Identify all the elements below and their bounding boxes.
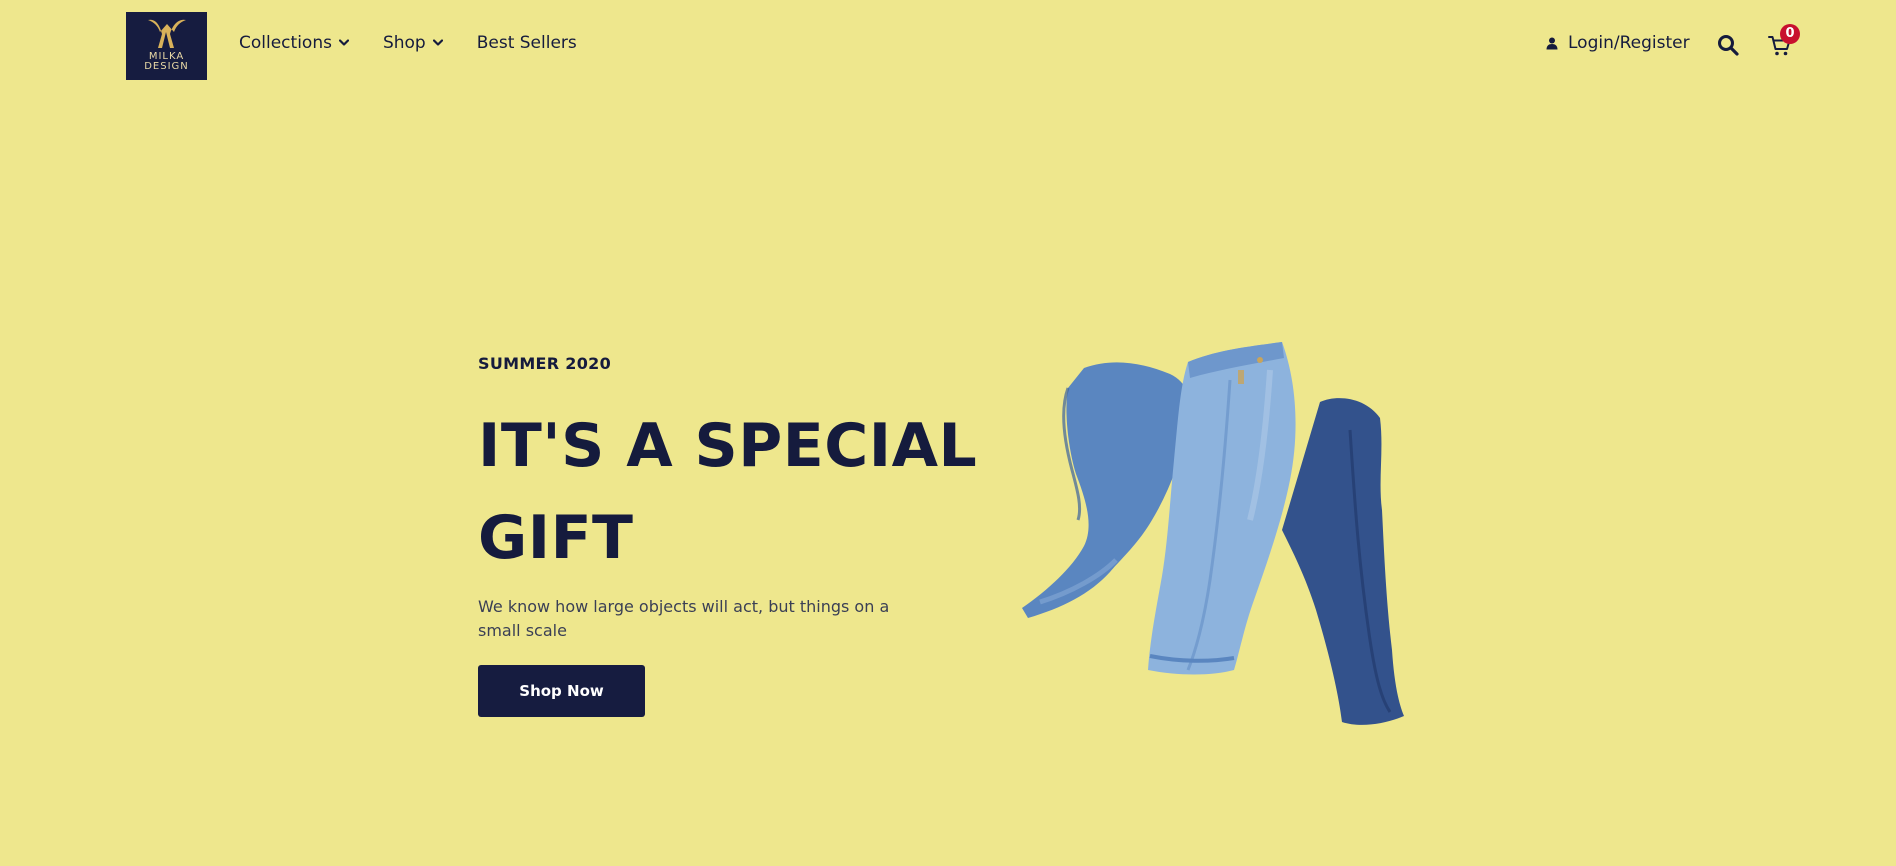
- user-icon: [1546, 37, 1558, 50]
- nav-item-collections[interactable]: Collections: [239, 33, 349, 53]
- logo-monogram-icon: [147, 19, 186, 48]
- logo-line2: DESIGN: [144, 61, 189, 72]
- main-nav: Collections Shop Best Sellers: [239, 33, 577, 53]
- cart-count-badge: 0: [1780, 24, 1800, 44]
- nav-item-shop[interactable]: Shop: [383, 33, 443, 53]
- nav-item-label: Shop: [382, 33, 426, 53]
- chevron-down-icon: [432, 39, 443, 47]
- brand-logo[interactable]: MILKA DESIGN: [126, 12, 207, 80]
- hero-headline: IT'S A SPECIAL GIFT: [478, 411, 978, 573]
- search-button[interactable]: [1717, 34, 1739, 56]
- jeans-illustration: [1022, 342, 1404, 725]
- nav-item-label: Collections: [239, 33, 332, 53]
- hero-subtext: We know how large objects will act, but …: [478, 597, 890, 640]
- login-register-label: Login/Register: [1568, 33, 1690, 53]
- page: MILKA DESIGN Collections Shop Best Selle…: [0, 0, 1896, 866]
- hero-eyebrow: SUMMER 2020: [478, 354, 612, 373]
- login-register-link[interactable]: Login/Register: [1546, 33, 1690, 53]
- nav-item-best-sellers[interactable]: Best Sellers: [477, 33, 577, 53]
- nav-item-label: Best Sellers: [476, 33, 577, 53]
- chevron-down-icon: [338, 39, 349, 47]
- shop-now-button[interactable]: Shop Now: [478, 665, 645, 717]
- search-icon: [1718, 35, 1739, 56]
